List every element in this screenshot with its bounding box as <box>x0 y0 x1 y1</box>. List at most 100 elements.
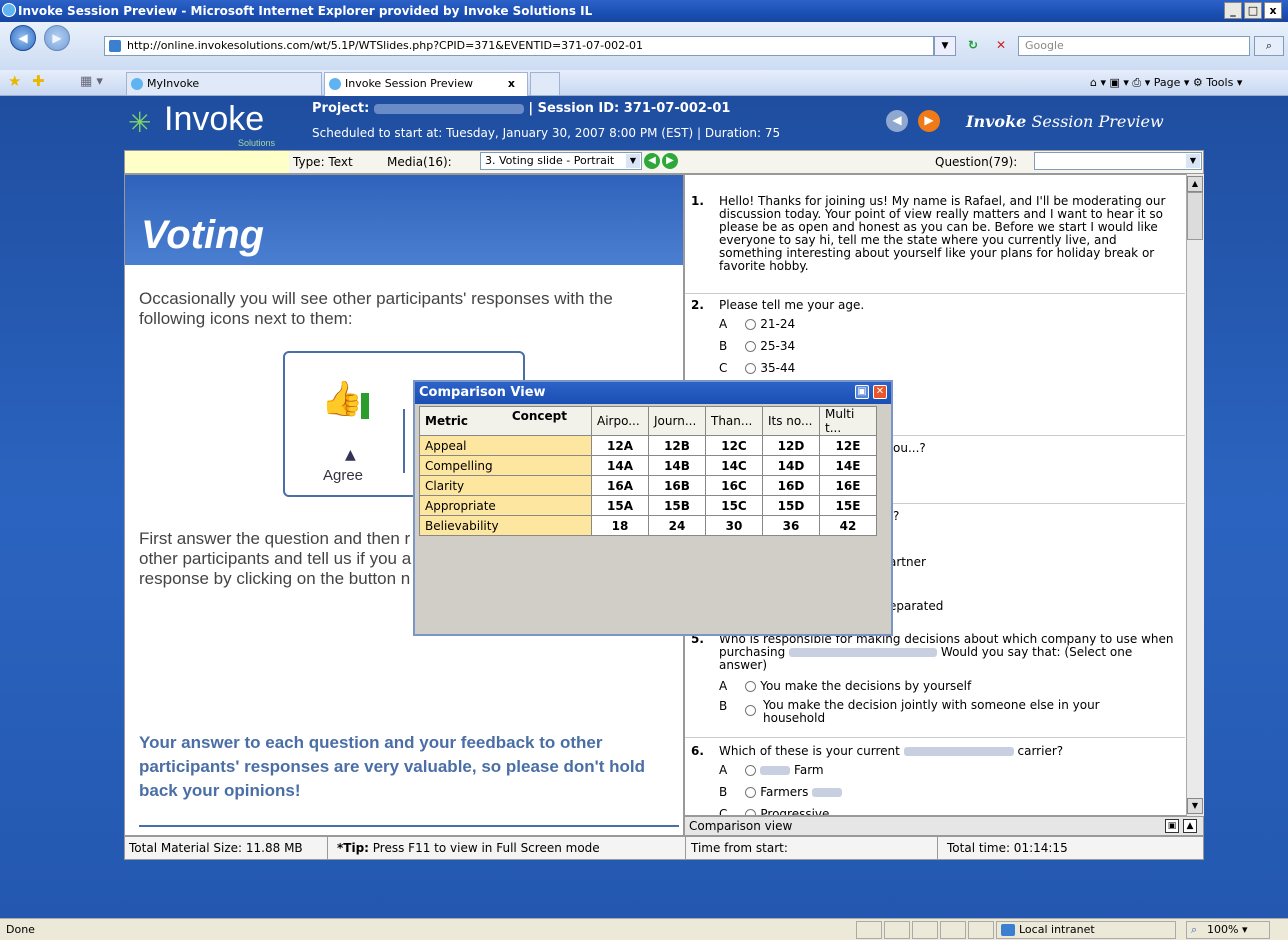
radio-button[interactable] <box>745 341 757 352</box>
option-farm[interactable]: A Farm <box>719 763 824 777</box>
tab-myinvoke[interactable]: MyInvoke <box>126 72 322 96</box>
divider <box>685 837 686 859</box>
search-icon[interactable]: ⌕ <box>1254 36 1284 56</box>
value-cell: 36 <box>762 515 820 536</box>
radio-button[interactable] <box>745 787 757 798</box>
favorites-star-icon[interactable]: ★ <box>8 72 21 90</box>
restore-icon[interactable]: ▣ <box>1165 819 1179 833</box>
prev-media-button[interactable]: ◀ <box>644 153 660 169</box>
column-header[interactable]: Airpo... <box>591 406 649 436</box>
next-media-button[interactable]: ▶ <box>662 153 678 169</box>
questions-scrollbar[interactable] <box>1186 174 1204 816</box>
option-farmers[interactable]: B Farmers <box>719 785 843 799</box>
radio-button[interactable] <box>745 363 757 374</box>
option-letter: C <box>719 361 728 375</box>
material-size: Total Material Size: 11.88 MB <box>129 841 303 855</box>
command-bar[interactable]: ⌂ ▾ ▣ ▾ ⎙ ▾ Page ▾ ⚙ Tools ▾ <box>1090 74 1242 92</box>
back-button[interactable]: ◀ <box>10 25 36 51</box>
question-2: 2. Please tell me your age. <box>691 299 1183 312</box>
scroll-down-icon[interactable]: ▼ <box>1187 798 1203 814</box>
minimize-button[interactable]: _ <box>1224 2 1242 19</box>
column-header[interactable]: Journ... <box>648 406 706 436</box>
option-partner-fragment: artner <box>889 555 926 569</box>
quick-tabs-icon[interactable]: ▦ ▾ <box>80 74 103 89</box>
zoom-control[interactable]: ⌕ 100% ▾ <box>1186 921 1270 939</box>
value-cell: 14B <box>648 455 706 476</box>
question-text: Which of these is your current <box>719 744 900 758</box>
security-zone: Local intranet <box>996 921 1176 939</box>
scroll-thumb[interactable] <box>1187 192 1203 240</box>
redacted-text <box>789 648 938 657</box>
scroll-up-icon[interactable]: ▲ <box>1187 176 1203 192</box>
option-25-34[interactable]: B 25-34 <box>719 339 795 353</box>
option-text: You make the decision jointly with someo… <box>763 698 1100 725</box>
divider <box>403 409 405 473</box>
column-header[interactable]: Its no... <box>762 406 820 436</box>
column-header[interactable]: Multi t... <box>819 406 877 436</box>
question-select[interactable]: ▼ <box>1034 152 1202 170</box>
session-id: | Session ID: 371-07-002-01 <box>528 101 731 116</box>
slide-paragraph-2: First answer the question and then r oth… <box>139 529 412 588</box>
radio-button[interactable] <box>745 681 757 692</box>
question-number: 1. <box>691 194 704 208</box>
question-text: Please tell me your age. <box>719 298 865 312</box>
column-header[interactable]: Than... <box>705 406 763 436</box>
option-decide-jointly[interactable]: B You make the decision jointly with some… <box>719 699 1139 725</box>
add-favorite-icon[interactable]: ✚ <box>32 72 45 90</box>
window-controls: _ □ x <box>1224 2 1286 20</box>
session-status-bar: Total Material Size: 11.88 MB *Tip: Pres… <box>124 836 1204 860</box>
value-cell: 16D <box>762 475 820 496</box>
preview-brand: Invoke <box>966 112 1027 131</box>
media-select[interactable]: 3. Voting slide - Portrait ▼ <box>480 152 642 170</box>
question-number: 2. <box>691 298 704 312</box>
value-cell: 15C <box>705 495 763 516</box>
option-text: 21-24 <box>760 317 796 331</box>
close-button[interactable]: x <box>1264 2 1282 19</box>
total-time: Total time: 01:14:15 <box>947 841 1068 855</box>
question-4-fragment: ? <box>893 509 900 523</box>
restore-icon[interactable]: ▣ <box>855 385 869 399</box>
option-text: 25-34 <box>760 339 796 353</box>
close-icon[interactable]: ✕ <box>873 385 887 399</box>
option-decide-alone[interactable]: A You make the decisions by yourself <box>719 679 971 693</box>
address-dropdown-button[interactable]: ▼ <box>934 36 956 56</box>
value-cell: 15E <box>819 495 877 516</box>
option-21-24[interactable]: A 21-24 <box>719 317 795 331</box>
slide-paragraph-1: Occasionally you will see other particip… <box>139 289 613 328</box>
radio-button[interactable] <box>745 809 757 815</box>
option-letter: A <box>719 763 728 777</box>
maximize-button[interactable]: □ <box>1244 2 1262 19</box>
expand-icon[interactable]: ▲ <box>1183 819 1197 833</box>
radio-button[interactable] <box>745 765 757 776</box>
tab-close-icon[interactable]: x <box>508 73 515 95</box>
option-letter: B <box>719 785 728 799</box>
address-input[interactable]: http://online.invokesolutions.com/wt/5.1… <box>104 36 934 56</box>
search-input[interactable]: Google <box>1018 36 1250 56</box>
tab-label: Invoke Session Preview <box>345 77 473 90</box>
new-tab-button[interactable] <box>530 72 560 96</box>
tab-session-preview[interactable]: Invoke Session Preview x <box>324 72 528 96</box>
option-letter: C <box>719 807 728 816</box>
ie-page-icon <box>131 78 143 90</box>
preview-title: Invoke Session Preview <box>966 112 1164 131</box>
project-label: Project: <box>312 101 370 116</box>
project-line: Project: | Session ID: 371-07-002-01 <box>312 101 730 116</box>
intranet-icon <box>1001 924 1015 936</box>
radio-button[interactable] <box>745 319 757 330</box>
metric-concept-header: Metric Concept <box>419 406 592 436</box>
refresh-icon[interactable]: ↻ <box>962 36 984 56</box>
comparison-view-titlebar[interactable]: Comparison View ▣ ✕ <box>415 382 891 404</box>
stop-icon[interactable]: ✕ <box>990 36 1012 56</box>
option-text: Progressive <box>760 807 830 816</box>
browser-status-bar: Done Local intranet ⌕ 100% ▾ <box>0 918 1288 940</box>
next-slide-button[interactable]: ▶ <box>918 110 940 132</box>
option-progressive[interactable]: C Progressive <box>719 807 830 816</box>
prev-slide-button[interactable]: ◀ <box>886 110 908 132</box>
option-35-44[interactable]: C 35-44 <box>719 361 795 375</box>
radio-button[interactable] <box>745 705 757 716</box>
value-cell: 16C <box>705 475 763 496</box>
tip-text: Press F11 to view in Full Screen mode <box>368 841 600 855</box>
slide-divider <box>139 825 679 827</box>
forward-button[interactable]: ▶ <box>44 25 70 51</box>
comparison-view-bar[interactable]: Comparison view ▣ ▲ <box>684 816 1204 836</box>
